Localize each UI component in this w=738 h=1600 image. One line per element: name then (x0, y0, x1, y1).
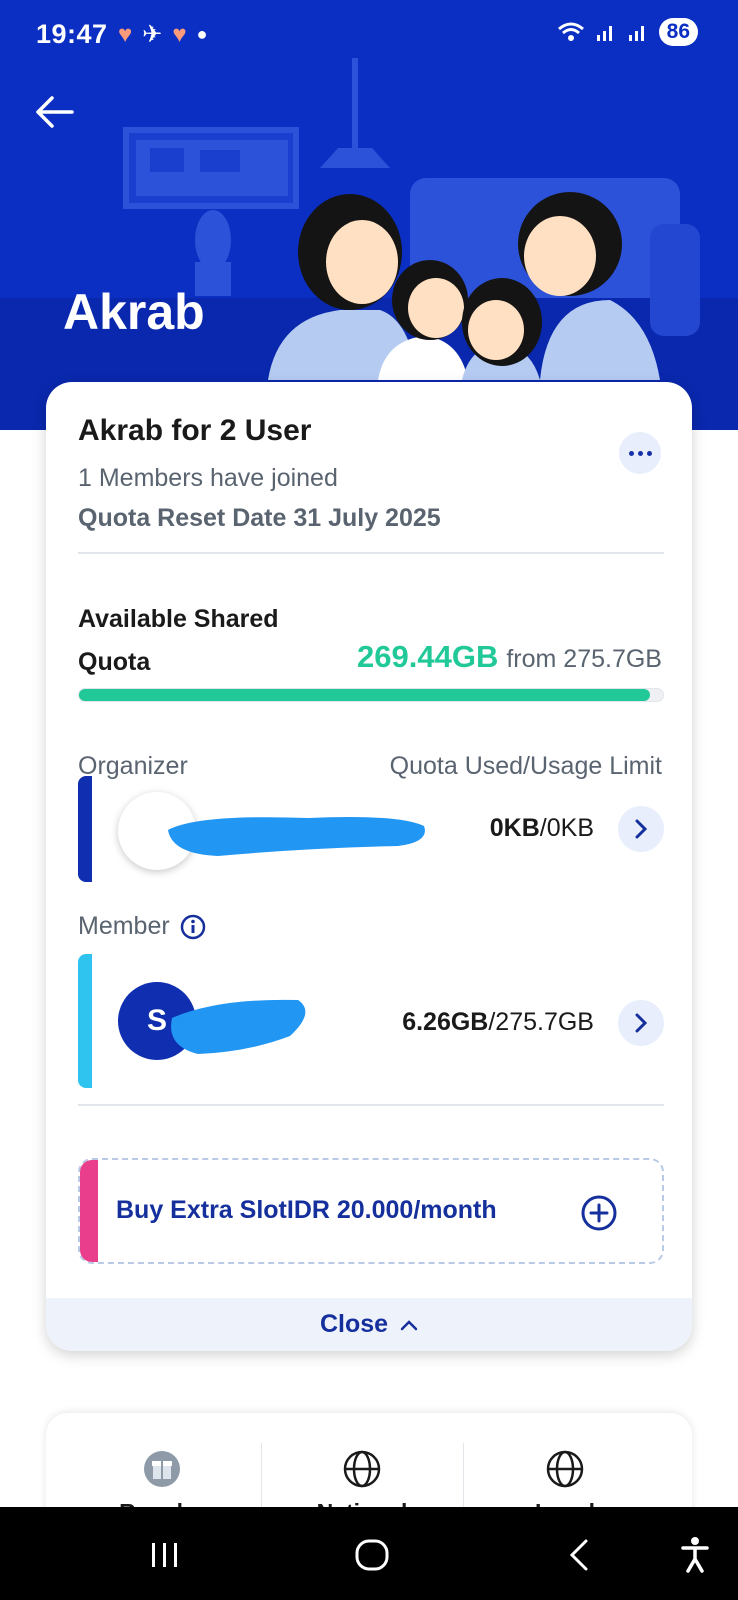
organizer-usage: 0KB/0KB (490, 814, 594, 843)
buy-extra-slot-button[interactable]: Buy Extra SlotIDR 20.000/month (78, 1158, 664, 1264)
member-limit: /275.7GB (488, 1008, 594, 1036)
chevron-right-icon (635, 1013, 648, 1033)
dot-icon: ● (196, 24, 208, 44)
member-used: 6.26GB (402, 1008, 489, 1036)
page-title: Akrab (63, 284, 205, 340)
organizer-limit: /0KB (539, 814, 594, 842)
buy-slot-accent (80, 1160, 98, 1262)
signal-icon (628, 26, 644, 41)
status-bar: 19:47 ♥ ✈ ♥ ● 86 (0, 0, 738, 72)
quota-progress-bar (78, 688, 664, 702)
redacted-name (168, 817, 425, 856)
total-quota-value: from 275.7GB (506, 645, 662, 673)
divider (78, 1104, 664, 1106)
plan-name: Akrab for 2 User (78, 414, 312, 447)
close-button[interactable]: Close (46, 1298, 692, 1351)
globe-icon (546, 1450, 584, 1488)
divider (78, 552, 664, 554)
member-label-group: Member (78, 912, 206, 941)
gift-icon (144, 1451, 180, 1487)
notification-icons: ♥ ✈ ♥ ● (118, 20, 207, 49)
organizer-used: 0KB (489, 814, 540, 842)
globe-icon (343, 1450, 381, 1488)
heart-badge-icon: ♥ (172, 20, 187, 48)
quota-progress-fill (79, 689, 650, 701)
chevron-up-icon (400, 1319, 418, 1330)
available-quota-label: Available Shared Quota (78, 605, 279, 676)
back-nav-button[interactable] (566, 1535, 592, 1575)
system-navigation-bar (0, 1507, 738, 1600)
redacted-name (171, 999, 306, 1054)
arrow-left-icon (36, 96, 74, 128)
signal-icon (596, 26, 612, 41)
accessibility-button[interactable] (680, 1535, 710, 1575)
member-label: Member (78, 912, 170, 940)
chevron-right-icon (635, 819, 648, 839)
organizer-row[interactable]: 0KB/0KB (78, 776, 664, 882)
quota-reset-date: Quota Reset Date 31 July 2025 (78, 504, 441, 532)
bird-icon: ✈ (142, 21, 163, 48)
status-time: 19:47 (36, 19, 108, 49)
more-dot (637, 450, 643, 456)
more-options-button[interactable] (619, 432, 661, 474)
heart-badge-icon: ♥ (118, 20, 133, 48)
buy-slot-label: Buy Extra SlotIDR 20.000/month (116, 1196, 497, 1224)
member-color-bar (78, 954, 92, 1088)
member-usage: 6.26GB/275.7GB (402, 1008, 594, 1037)
close-label: Close (319, 1310, 389, 1338)
system-icons: 86 (557, 18, 698, 46)
members-joined-text: 1 Members have joined (78, 464, 338, 492)
home-button[interactable] (354, 1535, 390, 1575)
plan-card: Akrab for 2 User 1 Members have joined Q… (46, 382, 692, 1351)
info-icon[interactable] (180, 914, 206, 940)
more-dot (628, 450, 634, 456)
organizer-color-bar (78, 776, 92, 882)
member-detail-button[interactable] (618, 1000, 664, 1046)
member-row[interactable]: S 6.26GB/275.7GB (78, 954, 664, 1088)
organizer-detail-button[interactable] (618, 806, 664, 852)
back-button[interactable] (30, 92, 80, 132)
add-circle-icon (581, 1195, 617, 1231)
recent-apps-button[interactable] (148, 1535, 182, 1575)
quota-amount: 269.44GB from 275.7GB (357, 639, 662, 675)
more-dot (646, 450, 652, 456)
wifi-icon (557, 22, 584, 41)
available-quota-value: 269.44GB (357, 639, 499, 674)
battery-indicator: 86 (658, 18, 698, 46)
